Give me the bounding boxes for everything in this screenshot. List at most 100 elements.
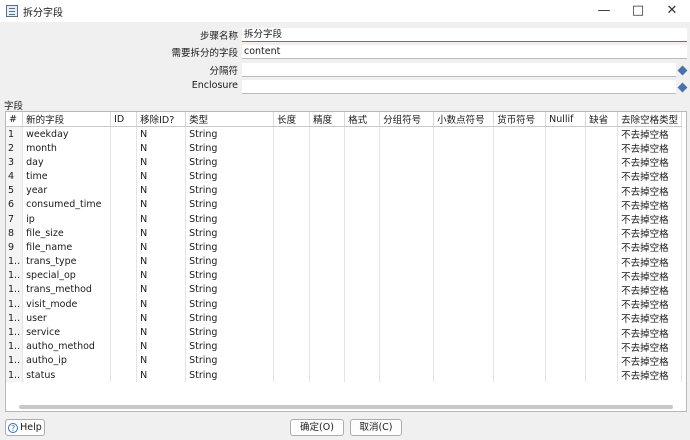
table-cell[interactable]: year bbox=[22, 183, 112, 198]
table-cell[interactable] bbox=[273, 268, 311, 283]
table-cell[interactable] bbox=[379, 169, 435, 184]
table-cell[interactable] bbox=[585, 254, 619, 269]
table-cell[interactable] bbox=[273, 183, 311, 198]
table-cell[interactable]: 不去掉空格 bbox=[617, 297, 683, 312]
table-cell[interactable]: 不去掉空格 bbox=[617, 368, 683, 383]
table-cell[interactable] bbox=[273, 240, 311, 255]
column-header[interactable]: ID bbox=[110, 112, 138, 127]
table-cell[interactable]: 不去掉空格 bbox=[617, 240, 683, 255]
table-cell[interactable] bbox=[110, 141, 138, 156]
table-cell[interactable] bbox=[379, 311, 435, 326]
table-cell[interactable]: 不去掉空格 bbox=[617, 268, 683, 283]
table-cell[interactable] bbox=[309, 183, 346, 198]
table-cell[interactable]: String bbox=[185, 240, 275, 255]
table-cell[interactable]: 不去掉空格 bbox=[617, 353, 683, 368]
table-cell[interactable] bbox=[379, 353, 435, 368]
table-row[interactable]: 5 year N String 不去掉空格 bbox=[6, 183, 683, 198]
table-cell[interactable]: String bbox=[185, 268, 275, 283]
table-cell[interactable] bbox=[585, 282, 619, 298]
column-header[interactable]: 精度 bbox=[309, 112, 346, 127]
table-cell[interactable] bbox=[545, 353, 587, 368]
table-cell[interactable] bbox=[493, 311, 547, 326]
table-cell[interactable] bbox=[110, 297, 138, 312]
table-cell[interactable] bbox=[433, 282, 495, 298]
table-row[interactable]: 8 file_size N String 不去掉空格 bbox=[6, 226, 683, 241]
table-cell[interactable] bbox=[545, 183, 587, 198]
table-row[interactable]: 1.. visit_mode N String 不去掉空格 bbox=[6, 297, 683, 312]
table-cell[interactable] bbox=[493, 197, 547, 212]
table-cell[interactable] bbox=[110, 169, 138, 184]
table-cell[interactable]: weekday bbox=[22, 126, 112, 141]
table-cell[interactable] bbox=[344, 254, 381, 269]
table-cell[interactable] bbox=[379, 183, 435, 198]
table-cell[interactable]: String bbox=[185, 368, 275, 383]
table-cell[interactable] bbox=[110, 282, 138, 298]
table-cell[interactable] bbox=[273, 297, 311, 312]
table-cell[interactable] bbox=[585, 325, 619, 340]
table-cell[interactable]: 不去掉空格 bbox=[617, 183, 683, 198]
table-cell[interactable]: N bbox=[136, 325, 187, 340]
table-cell[interactable]: N bbox=[136, 339, 187, 354]
table-cell[interactable] bbox=[379, 325, 435, 340]
table-cell[interactable]: String bbox=[185, 325, 275, 340]
table-cell[interactable] bbox=[545, 325, 587, 340]
table-cell[interactable] bbox=[344, 240, 381, 255]
help-button[interactable]: ? Help bbox=[5, 419, 45, 436]
column-header[interactable]: 移除ID? bbox=[136, 112, 187, 127]
table-cell[interactable]: String bbox=[185, 141, 275, 156]
table-cell[interactable]: N bbox=[136, 240, 187, 255]
table-cell[interactable] bbox=[110, 197, 138, 212]
table-cell[interactable] bbox=[110, 226, 138, 241]
table-cell[interactable] bbox=[493, 268, 547, 283]
table-cell[interactable] bbox=[433, 311, 495, 326]
column-header[interactable]: 类型 bbox=[185, 112, 275, 127]
table-row[interactable]: 1.. trans_method N String 不去掉空格 bbox=[6, 282, 683, 298]
table-cell[interactable]: String bbox=[185, 353, 275, 368]
table-cell[interactable]: N bbox=[136, 183, 187, 198]
table-cell[interactable] bbox=[433, 126, 495, 141]
table-cell[interactable] bbox=[344, 311, 381, 326]
table-cell[interactable]: service bbox=[22, 325, 112, 340]
table-cell[interactable] bbox=[309, 368, 346, 383]
table-cell[interactable] bbox=[379, 141, 435, 156]
table-cell[interactable] bbox=[309, 211, 346, 227]
table-cell[interactable] bbox=[585, 211, 619, 227]
column-header[interactable]: # bbox=[6, 112, 24, 127]
fields-table[interactable]: # 新的字段 ID 移除ID? 类型 长度 精度 格式 分组符号 小数点符号 货币符号 Nullif 缺… bbox=[5, 111, 687, 412]
column-header[interactable]: 分组符号 bbox=[379, 112, 435, 127]
table-cell[interactable]: String bbox=[185, 126, 275, 141]
table-cell[interactable] bbox=[493, 368, 547, 383]
table-cell[interactable]: String bbox=[185, 197, 275, 212]
table-cell[interactable] bbox=[344, 226, 381, 241]
table-cell[interactable] bbox=[273, 325, 311, 340]
horizontal-scrollbar[interactable] bbox=[19, 405, 673, 409]
table-cell[interactable] bbox=[309, 141, 346, 156]
table-row[interactable]: 1.. special_op N String 不去掉空格 bbox=[6, 268, 683, 283]
maximize-button[interactable]: □ bbox=[621, 0, 655, 22]
table-cell[interactable] bbox=[379, 126, 435, 141]
table-cell[interactable]: String bbox=[185, 226, 275, 241]
table-cell[interactable]: 不去掉空格 bbox=[617, 339, 683, 354]
table-cell[interactable]: String bbox=[185, 311, 275, 326]
table-cell[interactable] bbox=[585, 339, 619, 354]
table-cell[interactable] bbox=[379, 297, 435, 312]
table-cell[interactable]: 不去掉空格 bbox=[617, 169, 683, 184]
table-cell[interactable]: N bbox=[136, 311, 187, 326]
table-cell[interactable] bbox=[309, 197, 346, 212]
table-cell[interactable] bbox=[545, 126, 587, 141]
table-cell[interactable] bbox=[344, 353, 381, 368]
table-cell[interactable] bbox=[309, 126, 346, 141]
table-cell[interactable]: visit_mode bbox=[22, 297, 112, 312]
enclosure-input[interactable] bbox=[242, 80, 676, 94]
table-cell[interactable]: autho_ip bbox=[22, 353, 112, 368]
table-cell[interactable] bbox=[493, 353, 547, 368]
table-row[interactable]: 6 consumed_time N String 不去掉空格 bbox=[6, 197, 683, 212]
table-cell[interactable] bbox=[273, 282, 311, 298]
table-cell[interactable]: 不去掉空格 bbox=[617, 282, 683, 298]
table-cell[interactable] bbox=[273, 197, 311, 212]
table-cell[interactable] bbox=[309, 311, 346, 326]
table-cell[interactable] bbox=[433, 183, 495, 198]
table-cell[interactable] bbox=[309, 254, 346, 269]
table-cell[interactable]: autho_method bbox=[22, 339, 112, 354]
delimiter-input[interactable] bbox=[242, 63, 676, 77]
